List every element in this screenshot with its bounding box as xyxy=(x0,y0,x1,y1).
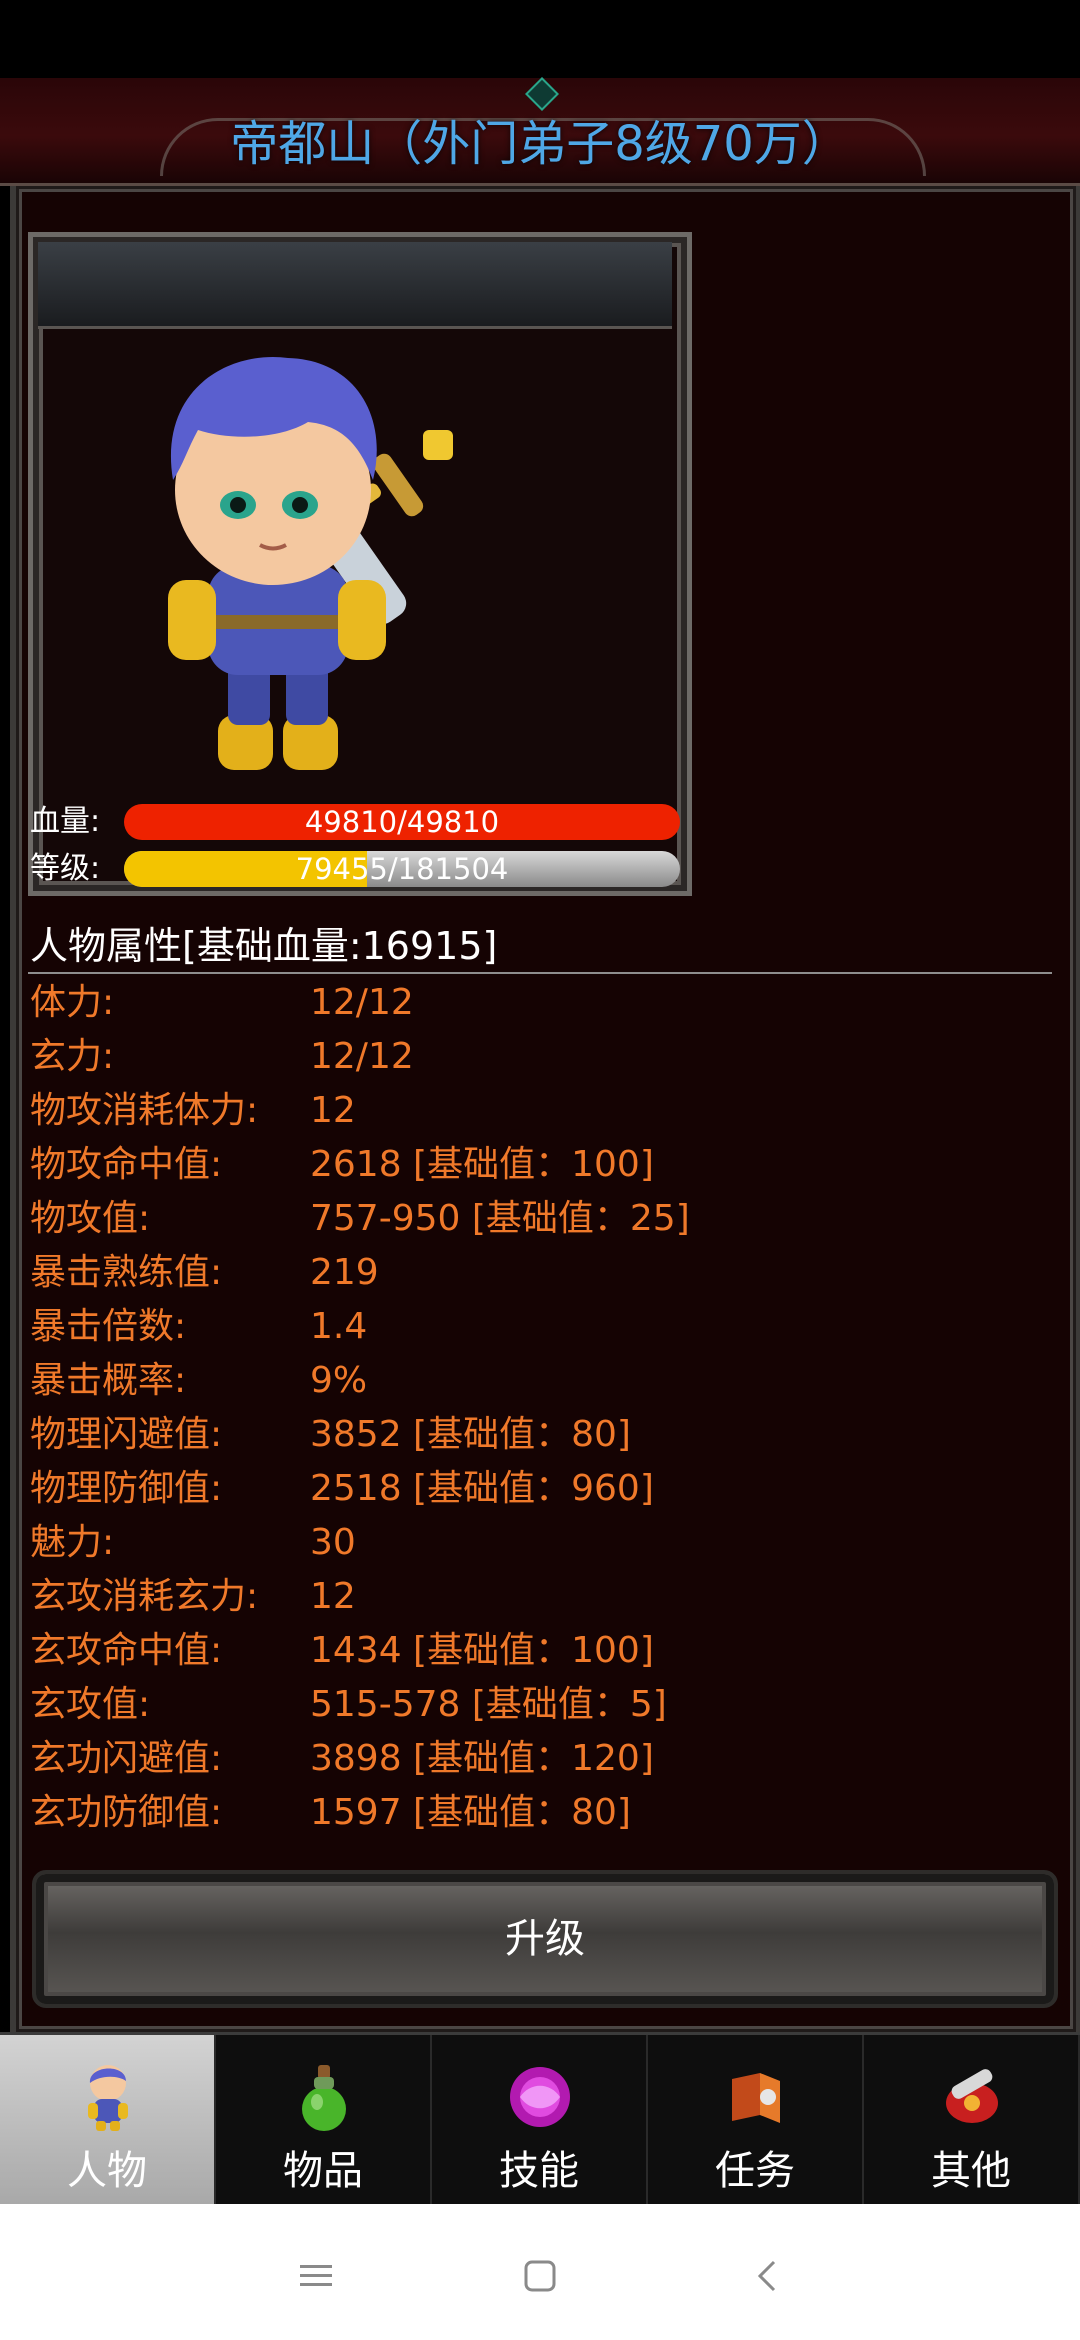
attribute-value: 9% xyxy=(310,1360,368,1401)
attribute-name: 物攻消耗体力: xyxy=(30,1090,259,1131)
attribute-row: 魅力: 30 xyxy=(30,1516,1050,1570)
level-label: 等级: xyxy=(30,851,101,886)
attribute-name: 玄功防御值: xyxy=(30,1792,223,1833)
attribute-row: 暴击概率: 9% xyxy=(30,1354,1050,1408)
upgrade-button[interactable]: 升级 xyxy=(32,1870,1058,2008)
attribute-name: 体力: xyxy=(30,982,115,1023)
character-portrait xyxy=(38,330,672,790)
attribute-name: 玄攻命中值: xyxy=(30,1630,223,1671)
attribute-value: 515-578 [基础值：5] xyxy=(310,1684,667,1725)
attribute-row: 暴击熟练值: 219 xyxy=(30,1246,1050,1300)
attribute-value: 2518 [基础值：960] xyxy=(310,1468,654,1509)
page-title: 帝都山（外门弟子8级70万） xyxy=(230,116,850,172)
attribute-name: 玄功闪避值: xyxy=(30,1738,223,1779)
attribute-row: 物攻消耗体力: 12 xyxy=(30,1084,1050,1138)
hp-bar: 49810/49810 xyxy=(124,804,680,840)
attribute-value: 1434 [基础值：100] xyxy=(310,1630,654,1671)
attribute-row: 物攻命中值: 2618 [基础值：100] xyxy=(30,1138,1050,1192)
skill-orb-icon xyxy=(510,2067,570,2127)
attribute-name: 玄攻值: xyxy=(30,1684,151,1725)
attribute-row: 玄功闪避值: 3898 [基础值：120] xyxy=(30,1732,1050,1786)
attribute-name: 魅力: xyxy=(30,1522,115,1563)
attribute-value: 12 xyxy=(310,1576,356,1617)
hp-value: 49810/49810 xyxy=(304,805,500,839)
tab-skills[interactable]: 技能 xyxy=(432,2035,648,2207)
attribute-name: 玄攻消耗玄力: xyxy=(30,1576,259,1617)
tab-character-label: 人物 xyxy=(67,2148,147,2194)
attribute-value: 12/12 xyxy=(310,982,414,1023)
attribute-name: 玄力: xyxy=(30,1036,115,1077)
attribute-value: 3852 [基础值：80] xyxy=(310,1414,631,1455)
attribute-name: 物攻值: xyxy=(30,1198,151,1239)
attributes-list: 体力: 12/12 玄力: 12/12 物攻消耗体力: 12 物攻命中值: 2618 [… xyxy=(30,976,1050,1840)
character-icon xyxy=(88,2065,128,2131)
attribute-row: 玄攻消耗玄力: 12 xyxy=(30,1570,1050,1624)
attribute-value: 1.4 xyxy=(310,1306,368,1347)
attribute-name: 暴击熟练值: xyxy=(30,1252,223,1293)
attribute-value: 1597 [基础值：80] xyxy=(310,1792,631,1833)
other-icon xyxy=(946,2069,998,2123)
tab-skills-label: 技能 xyxy=(499,2148,579,2194)
potion-icon xyxy=(302,2065,346,2131)
attribute-name: 物理防御值: xyxy=(30,1468,223,1509)
tab-items[interactable]: 物品 xyxy=(216,2035,432,2207)
attribute-row: 体力: 12/12 xyxy=(30,976,1050,1030)
attribute-value: 2618 [基础值：100] xyxy=(310,1144,654,1185)
attributes-divider xyxy=(28,972,1052,974)
tab-quests-label: 任务 xyxy=(715,2148,795,2194)
tab-character[interactable]: 人物 xyxy=(0,2035,216,2207)
home-icon[interactable] xyxy=(520,2256,560,2296)
tab-quests[interactable]: 任务 xyxy=(648,2035,864,2207)
attribute-value: 12 xyxy=(310,1090,356,1131)
attribute-value: 757-950 [基础值：25] xyxy=(310,1198,690,1239)
attribute-row: 玄功防御值: 1597 [基础值：80] xyxy=(30,1786,1050,1840)
status-bar xyxy=(0,0,1080,78)
attributes-title: 人物属性[基础血量:16915] xyxy=(30,924,498,968)
attribute-row: 物理闪避值: 3852 [基础值：80] xyxy=(30,1408,1050,1462)
attribute-name: 物理闪避值: xyxy=(30,1414,223,1455)
exp-value: 79455/181504 xyxy=(295,852,509,886)
quest-icon xyxy=(732,2073,780,2123)
attribute-row: 玄攻命中值: 1434 [基础值：100] xyxy=(30,1624,1050,1678)
attribute-value: 30 xyxy=(310,1522,356,1563)
attribute-row: 物攻值: 757-950 [基础值：25] xyxy=(30,1192,1050,1246)
attribute-value: 219 xyxy=(310,1252,379,1293)
tab-items-label: 物品 xyxy=(283,2148,363,2194)
attribute-row: 玄力: 12/12 xyxy=(30,1030,1050,1084)
attribute-value: 12/12 xyxy=(310,1036,414,1077)
attribute-value: 3898 [基础值：120] xyxy=(310,1738,654,1779)
back-icon[interactable] xyxy=(748,2256,788,2296)
upgrade-button-label: 升级 xyxy=(505,1916,585,1962)
portrait-frame-top xyxy=(38,242,672,329)
attribute-name: 暴击倍数: xyxy=(30,1306,187,1347)
system-nav-bar xyxy=(0,2204,1080,2340)
tab-other-label: 其他 xyxy=(931,2148,1011,2194)
attribute-name: 暴击概率: xyxy=(30,1360,187,1401)
menu-icon[interactable] xyxy=(296,2256,336,2296)
tab-other[interactable]: 其他 xyxy=(864,2035,1080,2207)
bottom-tab-bar: 人物 物品 技能 任务 其他 xyxy=(0,2032,1080,2207)
attribute-row: 玄攻值: 515-578 [基础值：5] xyxy=(30,1678,1050,1732)
attribute-name: 物攻命中值: xyxy=(30,1144,223,1185)
attribute-row: 暴击倍数: 1.4 xyxy=(30,1300,1050,1354)
attribute-row: 物理防御值: 2518 [基础值：960] xyxy=(30,1462,1050,1516)
hp-label: 血量: xyxy=(30,804,101,839)
exp-bar: 79455/181504 xyxy=(124,851,680,887)
